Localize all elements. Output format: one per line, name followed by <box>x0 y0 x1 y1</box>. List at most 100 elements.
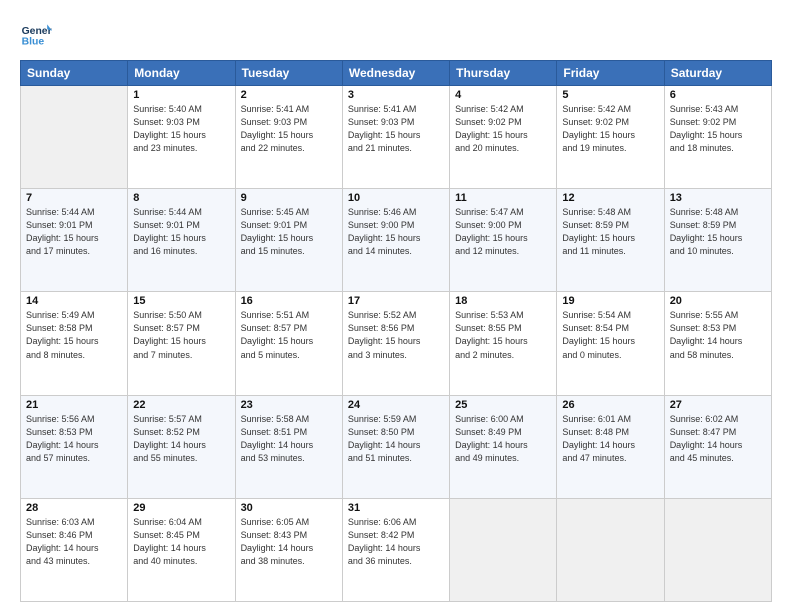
day-info: Sunrise: 5:43 AM Sunset: 9:02 PM Dayligh… <box>670 103 766 155</box>
day-number: 14 <box>26 295 122 307</box>
calendar-cell: 5 Sunrise: 5:42 AM Sunset: 9:02 PM Daylig… <box>557 86 664 189</box>
day-number: 20 <box>670 295 766 307</box>
day-info: Sunrise: 6:00 AM Sunset: 8:49 PM Dayligh… <box>455 413 551 465</box>
day-info: Sunrise: 5:41 AM Sunset: 9:03 PM Dayligh… <box>348 103 444 155</box>
calendar-week-1: 1Sunrise: 5:40 AM Sunset: 9:03 PM Daylig… <box>21 86 772 189</box>
calendar-cell <box>557 498 664 601</box>
calendar-cell: 23 Sunrise: 5:58 AM Sunset: 8:51 PM Dayli… <box>235 395 342 498</box>
calendar-cell: 4 Sunrise: 5:42 AM Sunset: 9:02 PM Daylig… <box>450 86 557 189</box>
day-info: Sunrise: 5:44 AM Sunset: 9:01 PM Dayligh… <box>133 206 229 258</box>
day-number: 31 <box>348 502 444 514</box>
calendar-cell <box>664 498 771 601</box>
day-info: Sunrise: 6:01 AM Sunset: 8:48 PM Dayligh… <box>562 413 658 465</box>
day-number: 21 <box>26 399 122 411</box>
calendar-cell: 16 Sunrise: 5:51 AM Sunset: 8:57 PM Dayli… <box>235 292 342 395</box>
day-number: 16 <box>241 295 337 307</box>
day-number: 5 <box>562 89 658 101</box>
day-info: Sunrise: 5:58 AM Sunset: 8:51 PM Dayligh… <box>241 413 337 465</box>
svg-text:Blue: Blue <box>22 36 45 47</box>
header-tuesday: Tuesday <box>235 61 342 86</box>
calendar-cell: 26 Sunrise: 6:01 AM Sunset: 8:48 PM Dayli… <box>557 395 664 498</box>
header-friday: Friday <box>557 61 664 86</box>
day-info: Sunrise: 5:44 AM Sunset: 9:01 PM Dayligh… <box>26 206 122 258</box>
day-number: 4 <box>455 89 551 101</box>
day-number: 27 <box>670 399 766 411</box>
calendar-cell: 20 Sunrise: 5:55 AM Sunset: 8:53 PM Dayli… <box>664 292 771 395</box>
calendar-cell: 8Sunrise: 5:44 AM Sunset: 9:01 PM Daylig… <box>128 189 235 292</box>
calendar-cell: 9Sunrise: 5:45 AM Sunset: 9:01 PM Daylig… <box>235 189 342 292</box>
day-info: Sunrise: 5:46 AM Sunset: 9:00 PM Dayligh… <box>348 206 444 258</box>
calendar-cell: 29 Sunrise: 6:04 AM Sunset: 8:45 PM Dayli… <box>128 498 235 601</box>
calendar-header-row: SundayMondayTuesdayWednesdayThursdayFrid… <box>21 61 772 86</box>
calendar-cell: 17Sunrise: 5:52 AM Sunset: 8:56 PM Dayli… <box>342 292 449 395</box>
day-info: Sunrise: 5:42 AM Sunset: 9:02 PM Dayligh… <box>562 103 658 155</box>
day-number: 17 <box>348 295 444 307</box>
day-info: Sunrise: 6:05 AM Sunset: 8:43 PM Dayligh… <box>241 516 337 568</box>
calendar-cell: 25Sunrise: 6:00 AM Sunset: 8:49 PM Dayli… <box>450 395 557 498</box>
calendar-cell: 27Sunrise: 6:02 AM Sunset: 8:47 PM Dayli… <box>664 395 771 498</box>
header-wednesday: Wednesday <box>342 61 449 86</box>
day-info: Sunrise: 5:51 AM Sunset: 8:57 PM Dayligh… <box>241 309 337 361</box>
calendar-cell: 2 Sunrise: 5:41 AM Sunset: 9:03 PM Daylig… <box>235 86 342 189</box>
calendar-cell: 28 Sunrise: 6:03 AM Sunset: 8:46 PM Dayli… <box>21 498 128 601</box>
logo: General Blue <box>20 18 52 50</box>
calendar-cell: 14 Sunrise: 5:49 AM Sunset: 8:58 PM Dayli… <box>21 292 128 395</box>
day-number: 19 <box>562 295 658 307</box>
day-info: Sunrise: 6:03 AM Sunset: 8:46 PM Dayligh… <box>26 516 122 568</box>
header-monday: Monday <box>128 61 235 86</box>
day-number: 29 <box>133 502 229 514</box>
calendar-cell: 19 Sunrise: 5:54 AM Sunset: 8:54 PM Dayli… <box>557 292 664 395</box>
calendar-cell <box>21 86 128 189</box>
calendar-week-4: 21 Sunrise: 5:56 AM Sunset: 8:53 PM Dayli… <box>21 395 772 498</box>
day-number: 13 <box>670 192 766 204</box>
day-info: Sunrise: 5:50 AM Sunset: 8:57 PM Dayligh… <box>133 309 229 361</box>
day-number: 22 <box>133 399 229 411</box>
calendar-cell: 21 Sunrise: 5:56 AM Sunset: 8:53 PM Dayli… <box>21 395 128 498</box>
calendar-cell: 6Sunrise: 5:43 AM Sunset: 9:02 PM Daylig… <box>664 86 771 189</box>
day-info: Sunrise: 5:48 AM Sunset: 8:59 PM Dayligh… <box>562 206 658 258</box>
calendar-cell: 12 Sunrise: 5:48 AM Sunset: 8:59 PM Dayli… <box>557 189 664 292</box>
calendar-cell: 24 Sunrise: 5:59 AM Sunset: 8:50 PM Dayli… <box>342 395 449 498</box>
day-info: Sunrise: 5:59 AM Sunset: 8:50 PM Dayligh… <box>348 413 444 465</box>
day-info: Sunrise: 5:48 AM Sunset: 8:59 PM Dayligh… <box>670 206 766 258</box>
calendar-week-2: 7 Sunrise: 5:44 AM Sunset: 9:01 PM Daylig… <box>21 189 772 292</box>
day-info: Sunrise: 5:56 AM Sunset: 8:53 PM Dayligh… <box>26 413 122 465</box>
day-info: Sunrise: 5:49 AM Sunset: 8:58 PM Dayligh… <box>26 309 122 361</box>
day-info: Sunrise: 5:42 AM Sunset: 9:02 PM Dayligh… <box>455 103 551 155</box>
day-number: 30 <box>241 502 337 514</box>
day-number: 23 <box>241 399 337 411</box>
header-saturday: Saturday <box>664 61 771 86</box>
header-sunday: Sunday <box>21 61 128 86</box>
day-number: 26 <box>562 399 658 411</box>
day-number: 9 <box>241 192 337 204</box>
day-number: 2 <box>241 89 337 101</box>
day-number: 11 <box>455 192 551 204</box>
calendar-cell: 15 Sunrise: 5:50 AM Sunset: 8:57 PM Dayli… <box>128 292 235 395</box>
logo-icon: General Blue <box>20 18 52 50</box>
day-info: Sunrise: 5:54 AM Sunset: 8:54 PM Dayligh… <box>562 309 658 361</box>
header-thursday: Thursday <box>450 61 557 86</box>
day-number: 28 <box>26 502 122 514</box>
calendar-cell: 18Sunrise: 5:53 AM Sunset: 8:55 PM Dayli… <box>450 292 557 395</box>
day-number: 24 <box>348 399 444 411</box>
calendar-cell: 1Sunrise: 5:40 AM Sunset: 9:03 PM Daylig… <box>128 86 235 189</box>
calendar-week-3: 14 Sunrise: 5:49 AM Sunset: 8:58 PM Dayli… <box>21 292 772 395</box>
day-number: 10 <box>348 192 444 204</box>
day-number: 12 <box>562 192 658 204</box>
calendar-cell: 22 Sunrise: 5:57 AM Sunset: 8:52 PM Dayli… <box>128 395 235 498</box>
calendar-cell: 30 Sunrise: 6:05 AM Sunset: 8:43 PM Dayli… <box>235 498 342 601</box>
day-info: Sunrise: 5:41 AM Sunset: 9:03 PM Dayligh… <box>241 103 337 155</box>
calendar-cell: 11Sunrise: 5:47 AM Sunset: 9:00 PM Dayli… <box>450 189 557 292</box>
day-info: Sunrise: 6:04 AM Sunset: 8:45 PM Dayligh… <box>133 516 229 568</box>
day-info: Sunrise: 5:55 AM Sunset: 8:53 PM Dayligh… <box>670 309 766 361</box>
calendar-week-5: 28 Sunrise: 6:03 AM Sunset: 8:46 PM Dayli… <box>21 498 772 601</box>
calendar-cell: 13 Sunrise: 5:48 AM Sunset: 8:59 PM Dayli… <box>664 189 771 292</box>
calendar-cell: 31Sunrise: 6:06 AM Sunset: 8:42 PM Dayli… <box>342 498 449 601</box>
calendar-table: SundayMondayTuesdayWednesdayThursdayFrid… <box>20 60 772 602</box>
day-number: 15 <box>133 295 229 307</box>
day-number: 18 <box>455 295 551 307</box>
day-number: 3 <box>348 89 444 101</box>
day-number: 7 <box>26 192 122 204</box>
day-info: Sunrise: 5:40 AM Sunset: 9:03 PM Dayligh… <box>133 103 229 155</box>
day-info: Sunrise: 5:57 AM Sunset: 8:52 PM Dayligh… <box>133 413 229 465</box>
